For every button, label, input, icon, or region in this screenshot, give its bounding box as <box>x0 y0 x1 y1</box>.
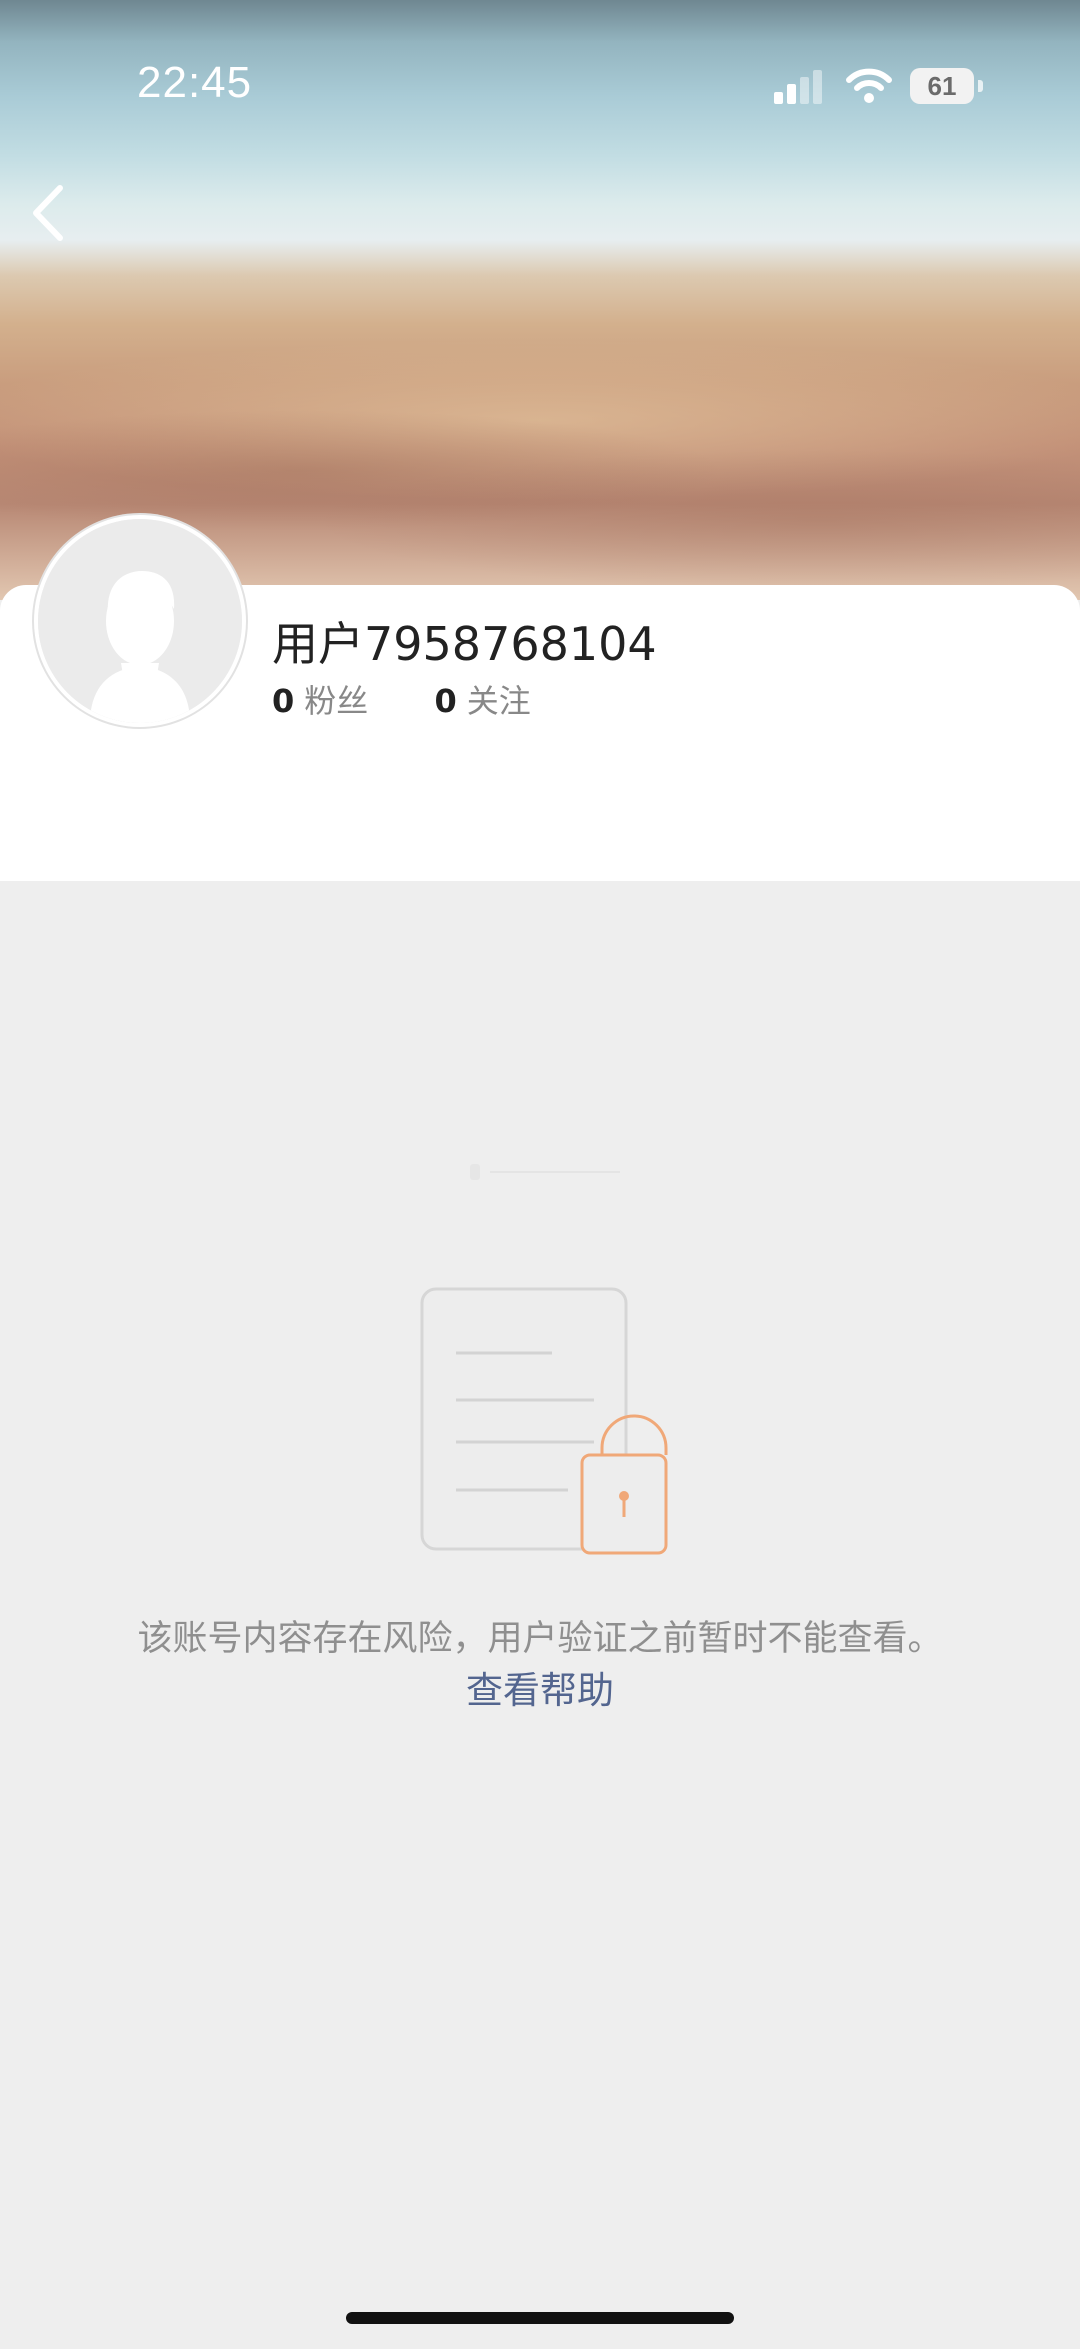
home-indicator[interactable] <box>346 2312 734 2324</box>
followers-label: 粉丝 <box>304 682 369 720</box>
cellular-signal-icon <box>774 70 826 104</box>
followers-stat[interactable]: 0 粉丝 <box>272 676 368 722</box>
risk-message: 该账号内容存在风险，用户验证之前暂时不能查看。 <box>137 1619 943 1659</box>
following-stat[interactable]: 0 关注 <box>434 676 530 722</box>
divider <box>470 1164 620 1180</box>
locked-document-icon <box>420 1287 668 1555</box>
chevron-left-icon[interactable] <box>22 178 82 248</box>
profile-stats: 0 粉丝 0 关注 <box>272 676 587 722</box>
following-count: 0 <box>434 682 457 720</box>
help-link[interactable]: 查看帮助 <box>0 1660 1080 1714</box>
status-time: 22:45 <box>137 58 253 107</box>
default-avatar-icon[interactable] <box>34 515 246 727</box>
battery-icon: 61 <box>910 68 974 104</box>
followers-count: 0 <box>272 682 295 720</box>
battery-tip <box>978 80 983 92</box>
profile-username: 用户7958768104 <box>272 617 657 671</box>
wifi-icon <box>846 68 892 103</box>
battery-level: 61 <box>927 70 957 101</box>
following-label: 关注 <box>466 682 531 720</box>
